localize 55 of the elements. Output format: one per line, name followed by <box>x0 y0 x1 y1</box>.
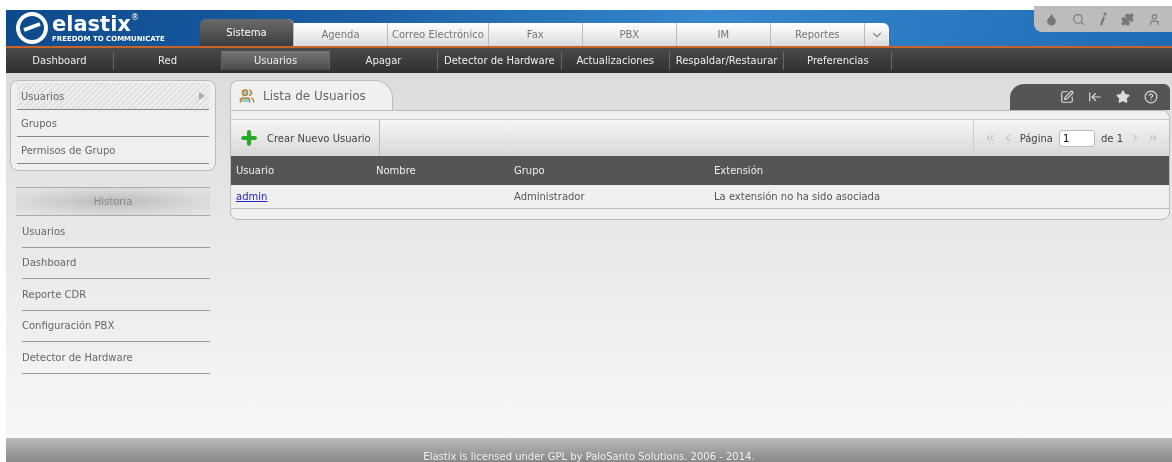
history-item[interactable]: Dashboard <box>22 247 210 279</box>
submenu-item[interactable]: Respaldar/Restaurar <box>669 51 785 70</box>
column-header: Nombre <box>371 156 509 185</box>
history-heading: Historia <box>16 187 210 216</box>
droplet-icon[interactable] <box>1045 12 1058 26</box>
star-icon[interactable] <box>1116 90 1130 104</box>
menu-tab[interactable]: Reportes <box>770 23 865 46</box>
submenu-item[interactable]: Actualizaciones <box>561 51 670 70</box>
user-link[interactable]: admin <box>236 190 268 202</box>
history-item[interactable]: Reporte CDR <box>22 279 210 311</box>
panel-title: Lista de Usuarios <box>263 88 366 103</box>
search-icon[interactable] <box>1072 12 1085 26</box>
history-item[interactable]: Usuarios <box>22 216 210 248</box>
sidebar-item[interactable]: Permisos de Grupo <box>17 137 209 164</box>
page-count: de 1 <box>1100 132 1123 144</box>
submenu-item[interactable]: Preferencias <box>784 51 893 70</box>
edit-icon[interactable] <box>1060 90 1074 104</box>
menu-tab[interactable]: Correo Electrónico <box>388 23 489 46</box>
column-header: Extensión <box>709 156 1169 185</box>
column-header: Grupo <box>509 156 709 185</box>
sidebar-item[interactable]: Usuarios <box>17 83 209 110</box>
users-icon <box>239 87 255 104</box>
column-header: Usuario <box>231 156 371 185</box>
help-icon[interactable] <box>1144 90 1158 104</box>
history-item[interactable]: Detector de Hardware <box>22 342 210 374</box>
sidebar-item-label: Permisos de Grupo <box>21 144 116 156</box>
page-input[interactable]: 1 <box>1058 129 1095 147</box>
sidebar-item-label: Grupos <box>21 117 57 129</box>
footer-text: Elastix is licensed under GPL by PaloSanto Solutions. 2006 - 2014. <box>6 438 1172 462</box>
logo-icon <box>16 12 48 44</box>
sidebar-item-label: Usuarios <box>21 90 65 102</box>
page-label: Página <box>1019 132 1053 144</box>
logo-name: elastix <box>52 13 131 35</box>
info-icon[interactable] <box>1099 12 1107 26</box>
sidebar-item[interactable]: Grupos <box>17 110 209 137</box>
table-cell: La extensión no ha sido asociada <box>709 185 1169 208</box>
menu-tab[interactable]: IM <box>676 23 771 46</box>
menu-tab[interactable]: Agenda <box>294 23 388 46</box>
more-tabs-button[interactable] <box>864 23 889 46</box>
collapse-icon[interactable] <box>1088 90 1102 104</box>
last-page-icon[interactable] <box>1147 132 1159 144</box>
user-icon[interactable] <box>1148 12 1161 26</box>
plus-icon <box>239 128 259 148</box>
submenu-item[interactable]: Dashboard <box>6 51 114 70</box>
menu-tab[interactable]: PBX <box>582 23 677 46</box>
submenu-item[interactable]: Detector de Hardware <box>438 51 562 70</box>
puzzle-icon[interactable] <box>1121 12 1134 26</box>
submenu-item[interactable]: Apagar <box>330 51 438 70</box>
menu-tab[interactable]: Sistema <box>200 19 294 46</box>
table-cell: Administrador <box>509 185 709 208</box>
history-item[interactable]: Configuración PBX <box>22 310 210 342</box>
registered-mark: ® <box>130 13 139 22</box>
submenu-item[interactable]: Usuarios <box>222 51 330 70</box>
menu-tab[interactable]: Fax <box>488 23 583 46</box>
arrow-icon <box>199 92 205 100</box>
